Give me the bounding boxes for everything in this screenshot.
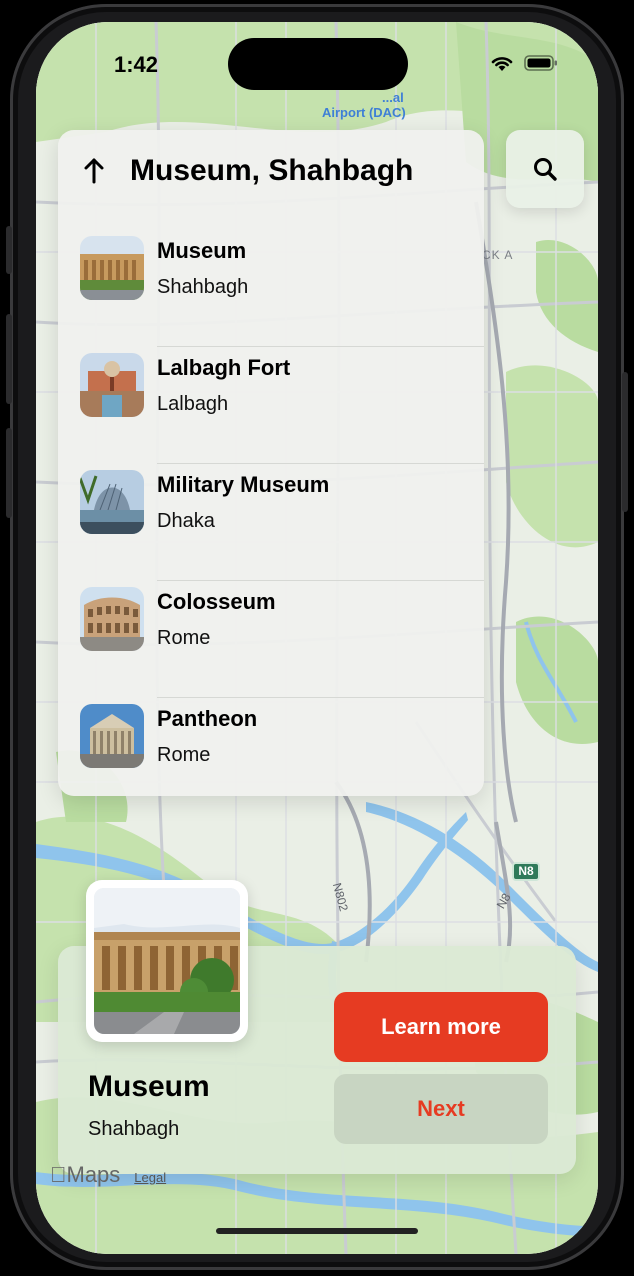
- result-title: Lalbagh Fort: [157, 355, 291, 380]
- block-map-label: CK A: [482, 248, 514, 262]
- military-museum-photo: [80, 470, 144, 534]
- highway-badge: N8: [512, 862, 540, 881]
- silent-switch: [6, 226, 12, 274]
- result-subtitle: Rome: [157, 627, 211, 649]
- result-item-pantheon[interactable]: Pantheon Rome: [58, 698, 484, 815]
- status-time: 1:42: [114, 52, 159, 77]
- detail-title: Museum: [88, 1070, 210, 1103]
- museum-photo: [80, 236, 144, 300]
- result-item-lalbagh-fort[interactable]: Lalbagh Fort Lalbagh: [58, 347, 484, 464]
- result-subtitle: Lalbagh: [157, 393, 229, 415]
- maps-logo: Maps: [50, 1162, 120, 1187]
- dynamic-island: [228, 38, 408, 90]
- result-subtitle: Shahbagh: [157, 276, 249, 298]
- search-button[interactable]: [506, 130, 584, 208]
- result-list: Museum Shahbagh Lalbagh Fort Lalbagh Mil…: [58, 230, 484, 815]
- arrow-up-icon[interactable]: [80, 152, 108, 188]
- volume-down-button: [6, 428, 12, 518]
- result-title: Military Museum: [157, 472, 330, 497]
- museum-photo: [94, 888, 240, 1034]
- status-icons: [490, 54, 558, 72]
- lalbagh-fort-photo: [80, 353, 144, 417]
- battery-icon: [524, 55, 557, 71]
- result-title: Museum: [157, 238, 247, 263]
- power-button: [622, 372, 628, 512]
- screen: ...al Airport (DAC) CK A N8 N802 N8 1:42…: [36, 22, 598, 1254]
- next-button[interactable]: Next: [334, 1074, 548, 1144]
- maps-attribution: Maps Legal: [50, 1162, 166, 1188]
- airport-map-label: ...al Airport (DAC): [322, 90, 406, 120]
- panel-header: Museum, Shahbagh: [58, 130, 484, 212]
- result-item-museum[interactable]: Museum Shahbagh: [58, 230, 484, 347]
- pantheon-photo: [80, 704, 144, 768]
- home-indicator[interactable]: [216, 1228, 418, 1234]
- learn-more-button[interactable]: Learn more: [334, 992, 548, 1062]
- result-title: Pantheon: [157, 706, 258, 731]
- detail-subtitle: Shahbagh: [88, 1118, 180, 1140]
- result-item-colosseum[interactable]: Colosseum Rome: [58, 581, 484, 698]
- result-title: Colosseum: [157, 589, 276, 614]
- colosseum-photo: [80, 587, 144, 651]
- result-item-military-museum[interactable]: Military Museum Dhaka: [58, 464, 484, 581]
- detail-photo: [86, 880, 248, 1042]
- volume-up-button: [6, 314, 12, 404]
- result-subtitle: Dhaka: [157, 510, 215, 532]
- search-results-panel: Museum, Shahbagh Museum Shahbagh Lalbagh…: [58, 130, 484, 796]
- search-icon: [534, 158, 557, 181]
- result-subtitle: Rome: [157, 744, 211, 766]
- wifi-icon: [491, 57, 513, 71]
- panel-title: Museum, Shahbagh: [130, 154, 414, 187]
- legal-link[interactable]: Legal: [134, 1170, 166, 1185]
